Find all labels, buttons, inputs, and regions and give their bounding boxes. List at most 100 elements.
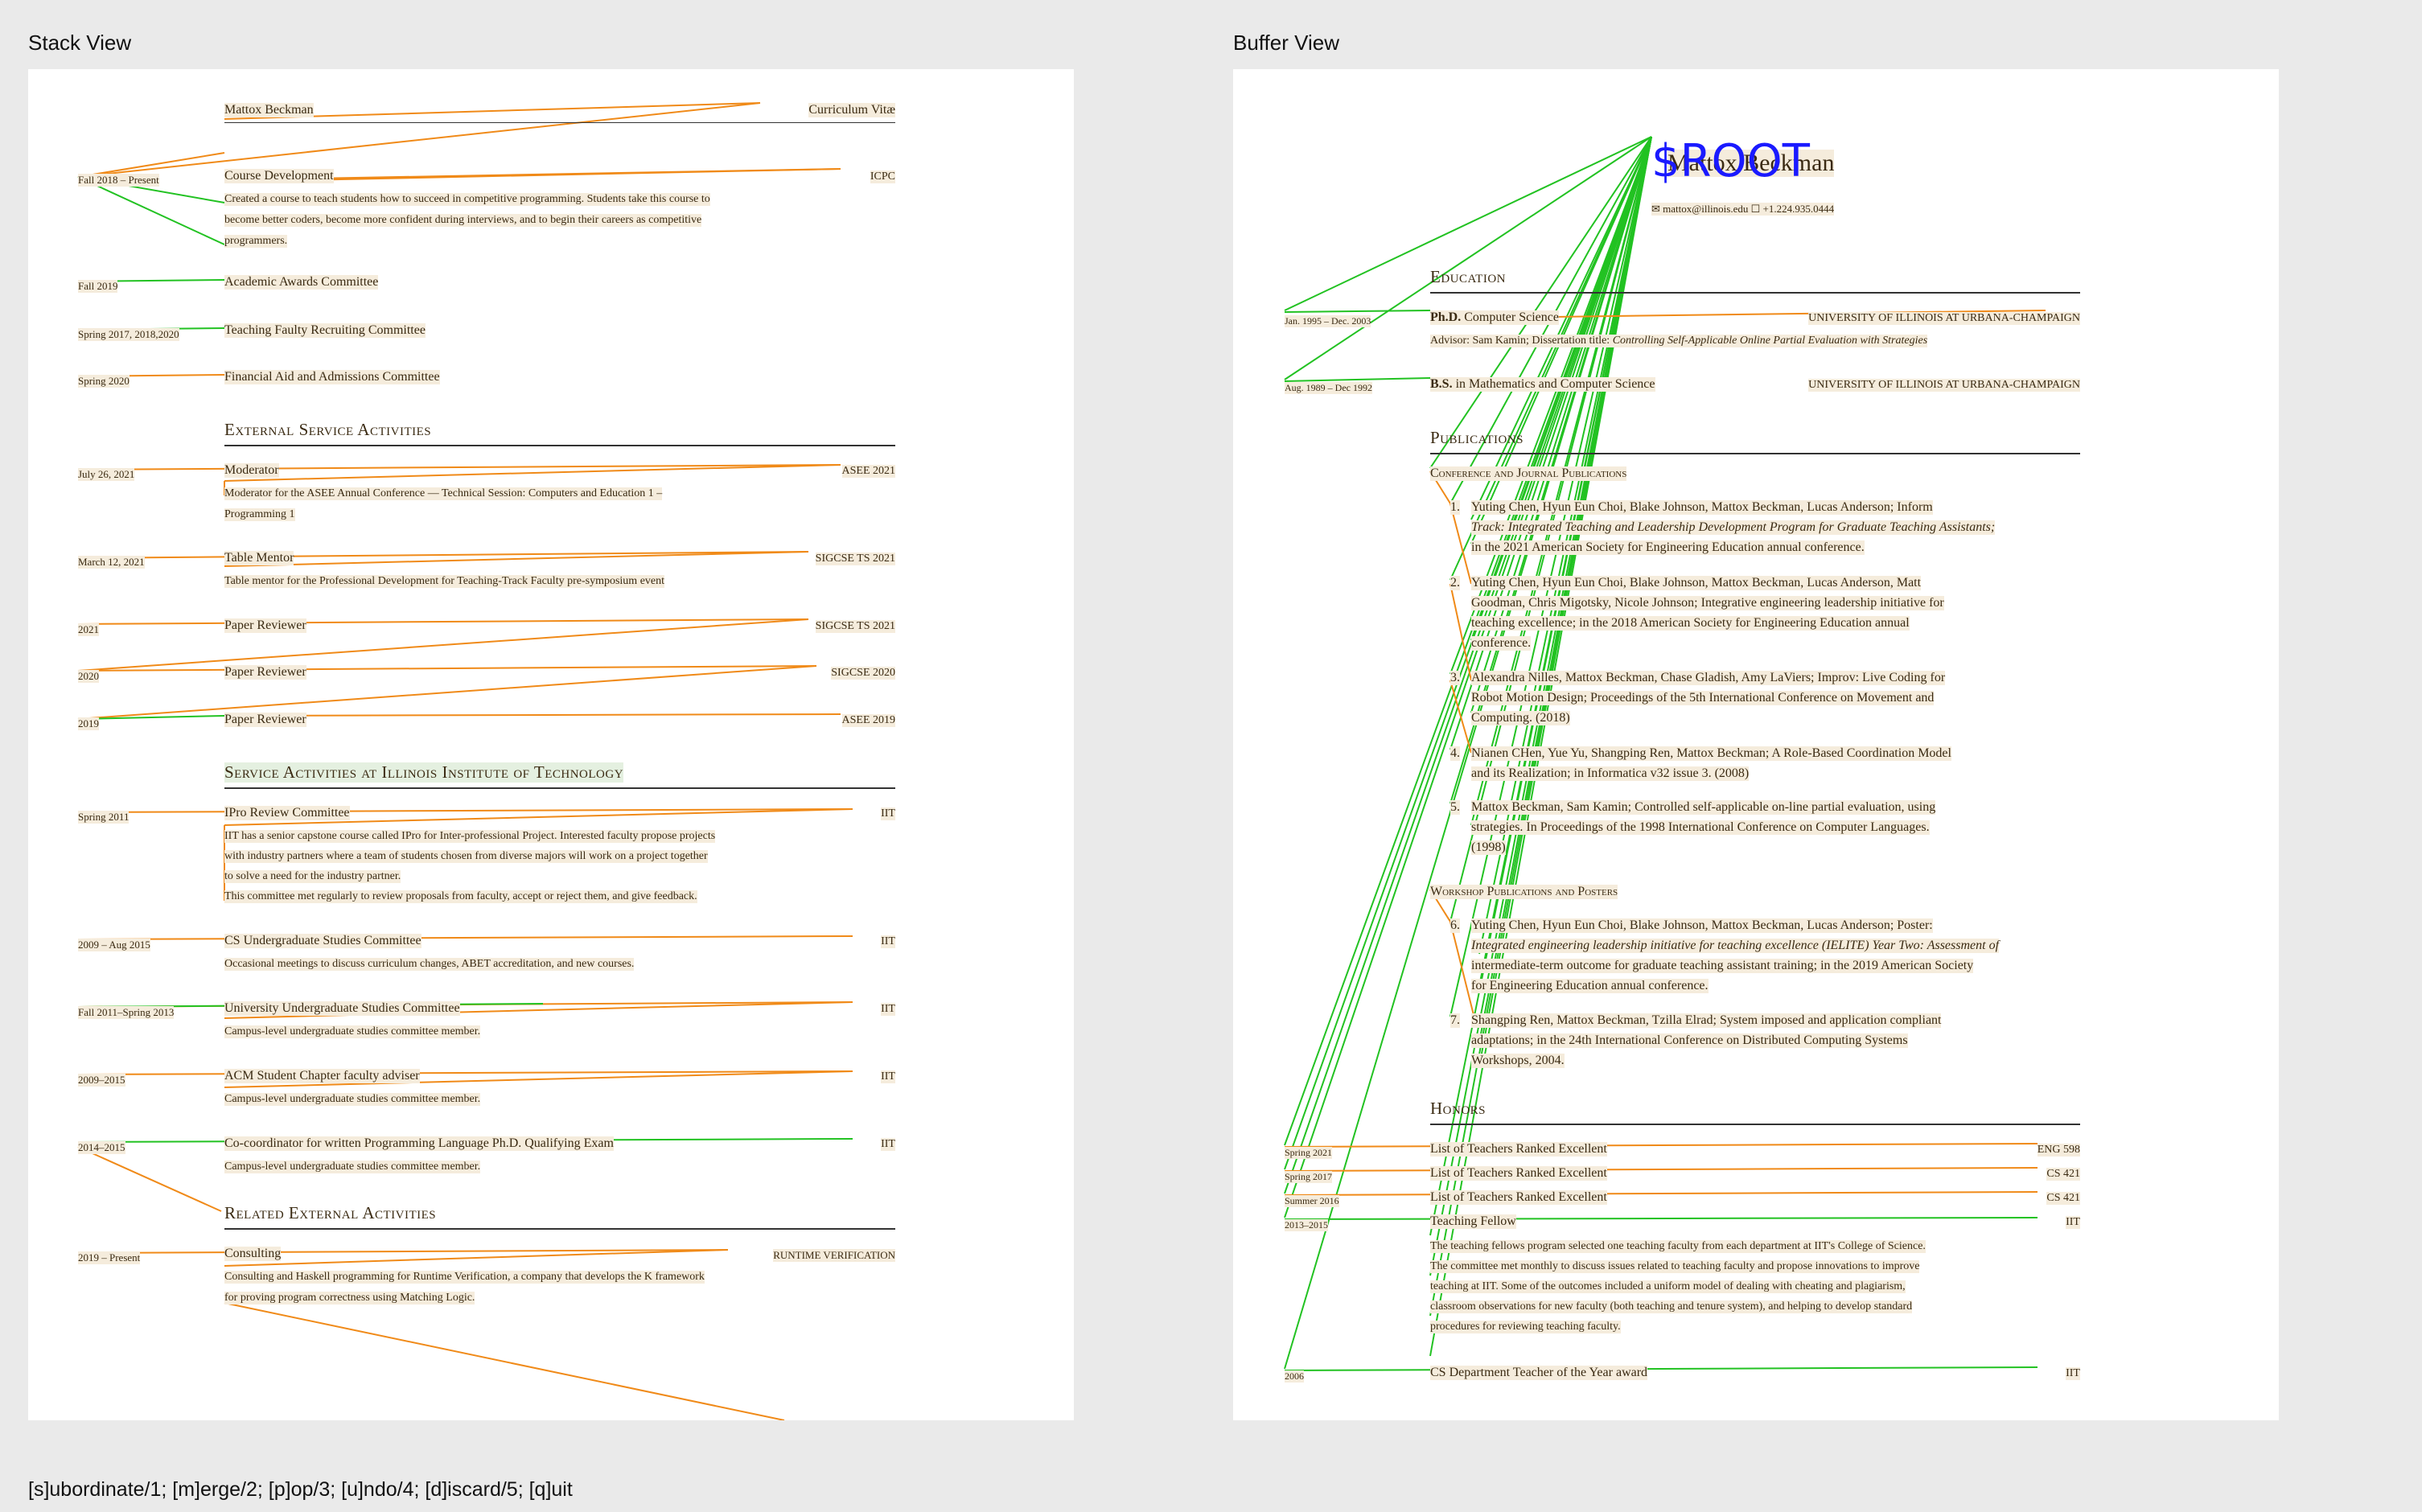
section-honors-heading[interactable]: Honors — [1430, 1099, 1486, 1119]
honor-desc-line[interactable]: procedures for reviewing teaching facult… — [1430, 1321, 1621, 1333]
pub-line[interactable]: Computing. (2018) — [1471, 711, 1570, 725]
entry-date[interactable]: Spring 2017, 2018,2020 — [78, 328, 179, 341]
edu-advisor[interactable]: Advisor: Sam Kamin; Dissertation title: … — [1430, 335, 1928, 347]
entry-desc-line[interactable]: This committee met regularly to review p… — [224, 890, 697, 903]
honor-title[interactable]: List of Teachers Ranked Excellent — [1430, 1190, 1607, 1205]
pub-line[interactable]: Shangping Ren, Mattox Beckman, Tzilla El… — [1471, 1013, 1942, 1028]
entry-right[interactable]: IIT — [881, 935, 895, 948]
entry-desc-line[interactable]: Campus-level undergraduate studies commi… — [224, 1161, 481, 1173]
entry-title[interactable]: Consulting — [224, 1247, 282, 1261]
entry-date[interactable]: 2020 — [78, 670, 99, 683]
entry-desc-line[interactable]: with industry partners where a team of s… — [224, 850, 708, 863]
header-name[interactable]: Mattox Beckman — [224, 103, 314, 117]
honor-date[interactable]: 2013–2015 — [1285, 1219, 1328, 1231]
edu-school[interactable]: UNIVERSITY OF ILLINOIS AT URBANA-CHAMPAI… — [1808, 312, 2080, 325]
entry-date[interactable]: Fall 2018 – Present — [78, 174, 159, 187]
entry-date[interactable]: 2009 – Aug 2015 — [78, 939, 150, 951]
edu-school[interactable]: UNIVERSITY OF ILLINOIS AT URBANA-CHAMPAI… — [1808, 379, 2080, 392]
command-bar[interactable]: [s]ubordinate/1; [m]erge/2; [p]op/3; [u]… — [28, 1478, 573, 1502]
entry-desc-line[interactable]: Moderator for the ASEE Annual Conference… — [224, 487, 663, 500]
section-education-heading[interactable]: Education — [1430, 267, 1506, 287]
subsection-conference[interactable]: Conference and Journal Publications — [1430, 466, 1627, 481]
honor-title[interactable]: Teaching Fellow — [1430, 1214, 1516, 1229]
entry-desc-line[interactable]: Created a course to teach students how t… — [224, 193, 710, 206]
pub-number[interactable]: 3. — [1450, 671, 1460, 685]
entry-title[interactable]: Academic Awards Committee — [224, 275, 379, 290]
pub-line[interactable]: and its Realization; in Informatica v32 … — [1471, 766, 1750, 781]
entry-right[interactable]: SIGCSE TS 2021 — [815, 620, 895, 633]
entry-title[interactable]: University Undergraduate Studies Committ… — [224, 1001, 460, 1016]
entry-desc-line[interactable]: Occasional meetings to discuss curriculu… — [224, 958, 635, 971]
entry-right[interactable]: ICPC — [870, 171, 895, 183]
entry-title[interactable]: Financial Aid and Admissions Committee — [224, 370, 440, 384]
pub-line[interactable]: Yuting Chen, Hyun Eun Choi, Blake Johnso… — [1471, 500, 1933, 515]
entry-desc-line[interactable]: IIT has a senior capstone course called … — [224, 830, 716, 843]
entry-desc-line[interactable]: Table mentor for the Professional Develo… — [224, 575, 665, 588]
section-iit-heading[interactable]: Service Activities at Illinois Institute… — [224, 762, 624, 783]
pub-line[interactable]: strategies. In Proceedings of the 1998 I… — [1471, 820, 1930, 835]
section-publications-heading[interactable]: Publications — [1430, 428, 1524, 448]
entry-title[interactable]: Teaching Faulty Recruiting Committee — [224, 323, 426, 338]
honor-date[interactable]: 2006 — [1285, 1370, 1304, 1383]
entry-date[interactable]: 2019 — [78, 717, 99, 730]
pub-line[interactable]: Robot Motion Design; Proceedings of the … — [1471, 691, 1935, 705]
honor-date[interactable]: Spring 2021 — [1285, 1147, 1333, 1159]
entry-title[interactable]: Paper Reviewer — [224, 618, 306, 633]
entry-title[interactable]: Paper Reviewer — [224, 665, 306, 680]
entry-title[interactable]: Co-coordinator for written Programming L… — [224, 1136, 614, 1151]
pub-line[interactable]: Yuting Chen, Hyun Eun Choi, Blake Johnso… — [1471, 576, 1922, 590]
pub-number[interactable]: 7. — [1450, 1013, 1460, 1028]
pub-number[interactable]: 6. — [1450, 918, 1460, 933]
edu-degree[interactable]: Ph.D. Computer Science — [1430, 310, 1559, 325]
pub-line[interactable]: Alexandra Nilles, Mattox Beckman, Chase … — [1471, 671, 1946, 685]
subsection-workshop[interactable]: Workshop Publications and Posters — [1430, 885, 1618, 899]
entry-date[interactable]: Fall 2011–Spring 2013 — [78, 1006, 175, 1019]
entry-date[interactable]: 2014–2015 — [78, 1141, 125, 1154]
honor-right[interactable]: CS 421 — [2046, 1168, 2080, 1181]
honor-title[interactable]: CS Department Teacher of the Year award — [1430, 1366, 1648, 1380]
entry-right[interactable]: SIGCSE 2020 — [831, 667, 895, 680]
pub-number[interactable]: 5. — [1450, 800, 1460, 815]
pub-line[interactable]: Yuting Chen, Hyun Eun Choi, Blake Johnso… — [1471, 918, 1933, 933]
entry-right[interactable]: ASEE 2021 — [841, 465, 895, 478]
header-right[interactable]: Curriculum Vitæ — [808, 103, 895, 117]
entry-title[interactable]: IPro Review Committee — [224, 806, 350, 820]
entry-desc-line[interactable]: programmers. — [224, 235, 288, 248]
entry-date[interactable]: 2019 – Present — [78, 1251, 141, 1264]
entry-date[interactable]: Fall 2019 — [78, 280, 118, 293]
pub-number[interactable]: 4. — [1450, 746, 1460, 761]
entry-right[interactable]: SIGCSE TS 2021 — [815, 553, 895, 565]
entry-title[interactable]: Course Development — [224, 169, 334, 183]
honor-right[interactable]: ENG 598 — [2037, 1144, 2080, 1157]
honor-desc-line[interactable]: classroom observations for new faculty (… — [1430, 1300, 1913, 1313]
entry-date[interactable]: 2021 — [78, 623, 99, 636]
section-external-heading[interactable]: External Service Activities — [224, 420, 431, 440]
pub-line[interactable]: Mattox Beckman, Sam Kamin; Controlled se… — [1471, 800, 1936, 815]
pub-line[interactable]: conference. — [1471, 636, 1532, 651]
pub-line[interactable]: in the 2021 American Society for Enginee… — [1471, 540, 1865, 555]
pub-line[interactable]: for Engineering Education annual confere… — [1471, 979, 1709, 993]
entry-date[interactable]: July 26, 2021 — [78, 468, 135, 481]
entry-desc-line[interactable]: become better coders, become more confid… — [224, 214, 702, 227]
entry-title[interactable]: Paper Reviewer — [224, 713, 306, 727]
pub-line[interactable]: Nianen CHen, Yue Yu, Shangping Ren, Matt… — [1471, 746, 1951, 761]
edu-date[interactable]: Jan. 1995 – Dec. 2003 — [1285, 315, 1371, 327]
entry-desc-line[interactable]: Consulting and Haskell programming for R… — [224, 1271, 705, 1284]
pub-line[interactable]: Track: Integrated Teaching and Leadershi… — [1471, 520, 1996, 535]
entry-title[interactable]: ACM Student Chapter faculty adviser — [224, 1069, 420, 1083]
honor-desc-line[interactable]: The committee met monthly to discuss iss… — [1430, 1260, 1920, 1273]
entry-date[interactable]: March 12, 2021 — [78, 556, 145, 569]
edu-degree[interactable]: B.S. in Mathematics and Computer Science — [1430, 377, 1655, 392]
pub-number[interactable]: 2. — [1450, 576, 1460, 590]
entry-right[interactable]: IIT — [881, 1003, 895, 1016]
honor-date[interactable]: Summer 2016 — [1285, 1195, 1339, 1207]
entry-desc-line[interactable]: Campus-level undergraduate studies commi… — [224, 1093, 481, 1106]
buffer-view-panel[interactable]: Mattox Beckman $ROOT ✉ mattox@illinois.e… — [1233, 69, 2279, 1420]
entry-date[interactable]: Spring 2020 — [78, 375, 130, 388]
entry-right[interactable]: RUNTIME VERIFICATION — [773, 1249, 895, 1262]
honor-desc-line[interactable]: The teaching fellows program selected on… — [1430, 1240, 1926, 1253]
entry-title[interactable]: CS Undergraduate Studies Committee — [224, 934, 421, 948]
honor-desc-line[interactable]: teaching at IIT. Some of the outcomes in… — [1430, 1280, 1906, 1293]
pub-line[interactable]: Integrated engineering leadership initia… — [1471, 939, 2000, 953]
pub-line[interactable]: (1998) — [1471, 840, 1506, 855]
